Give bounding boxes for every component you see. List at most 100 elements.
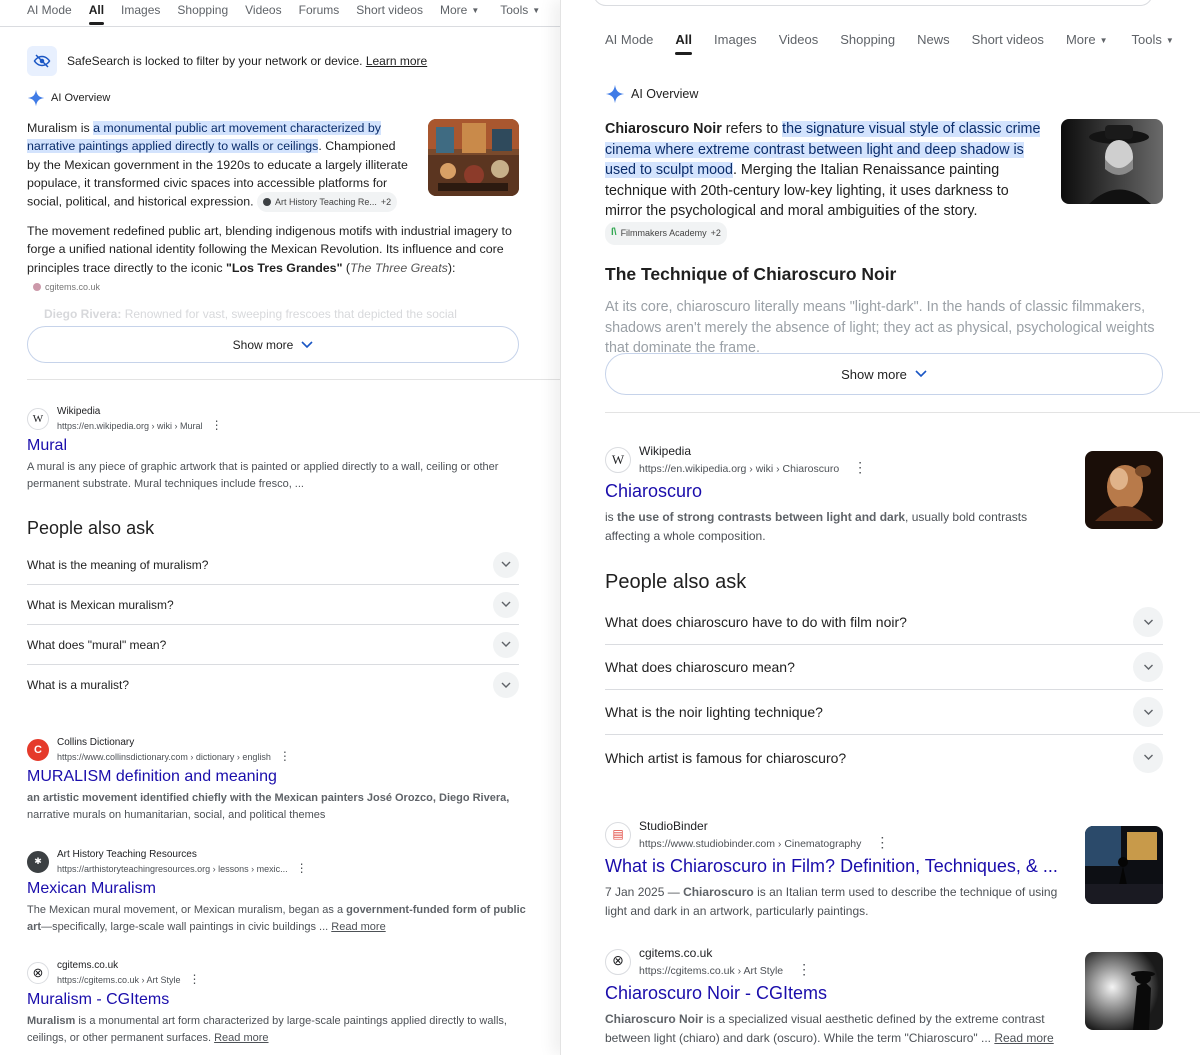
tab-ai-mode[interactable]: AI Mode [605, 32, 653, 47]
overview-faded-text: At its core, chiaroscuro literally means… [605, 299, 1155, 353]
more-options-icon[interactable]: ⋮ [853, 459, 867, 475]
source-chip[interactable]: Art History Teaching Re... +2 [257, 192, 398, 213]
chevron-down-icon [301, 340, 313, 348]
read-more-link[interactable]: Read more [214, 1032, 268, 1044]
tab-images[interactable]: Images [121, 3, 160, 17]
more-options-icon[interactable]: ⋮ [279, 749, 291, 763]
result-source: W Wikipedia https://en.wikipedia.org › w… [27, 406, 517, 431]
ai-overview-title: AI Overview [51, 92, 111, 104]
result-snippet: The Mexican mural movement, or Mexican m… [27, 902, 527, 936]
tab-more[interactable]: More ▼ [1066, 32, 1108, 47]
tab-images[interactable]: Images [714, 32, 757, 47]
chevron-down-icon [493, 672, 519, 698]
source-chip[interactable]: cgitems.co.uk [27, 276, 107, 298]
result-snippet: A mural is any piece of graphic artwork … [27, 461, 499, 490]
tab-videos[interactable]: Videos [245, 3, 281, 17]
source-chip-count: +2 [380, 197, 392, 208]
paa-question[interactable]: Which artist is famous for chiaroscuro? [605, 735, 1163, 780]
overview-text: Muralism is [27, 121, 94, 135]
paa-question-text: What does chiaroscuro mean? [605, 659, 795, 675]
more-options-icon[interactable]: ⋮ [211, 418, 223, 432]
paa-question[interactable]: What is Mexican muralism? [27, 585, 519, 625]
paa-question[interactable]: What is the noir lighting technique? [605, 690, 1163, 735]
paa-question[interactable]: What does "mural" mean? [27, 625, 519, 665]
noir-silhouette-thumbnail[interactable] [1085, 952, 1163, 1030]
tabs-divider [0, 26, 560, 27]
ai-overview-paragraph-2: The movement redefined public art, blend… [27, 222, 522, 298]
more-options-icon[interactable]: ⋮ [296, 861, 308, 875]
overview-faded-bullet: Diego Rivera: Renowned for vast, sweepin… [44, 307, 514, 321]
ai-overview-subheading: The Technique of Chiaroscuro Noir [605, 264, 897, 284]
learn-more-link[interactable]: Learn more [366, 54, 427, 68]
tab-short-videos[interactable]: Short videos [972, 32, 1044, 47]
more-options-icon[interactable]: ⋮ [797, 961, 811, 977]
chiaroscuro-painting-thumbnail[interactable] [1085, 451, 1163, 529]
tab-tools[interactable]: Tools ▼ [1131, 32, 1173, 47]
tab-more-label: More [1065, 32, 1096, 47]
tab-news[interactable]: News [917, 32, 950, 47]
read-more-link[interactable]: Read more [994, 1031, 1053, 1045]
tab-all[interactable]: All [675, 32, 692, 55]
result-snippet: Muralism is a monumental art form charac… [27, 1013, 527, 1047]
paa-question-text: What is a muralist? [27, 678, 130, 692]
noir-thumbnail[interactable] [1061, 119, 1163, 204]
gemini-spark-icon [27, 89, 45, 107]
source-url-row: https://cgitems.co.uk › Art Style ⋮ [57, 973, 201, 985]
tab-ai-mode[interactable]: AI Mode [27, 3, 72, 17]
search-result-wikipedia: W Wikipedia https://en.wikipedia.org › w… [605, 444, 1075, 546]
safesearch-notice: SafeSearch is locked to filter by your n… [27, 46, 427, 76]
show-more-button[interactable]: Show more [27, 326, 519, 363]
source-favicon-icon [263, 198, 272, 207]
chevron-down-icon [1133, 652, 1163, 682]
tab-tools[interactable]: Tools ▼ [500, 3, 540, 17]
search-tabs: AI Mode All Images Shopping Videos Forum… [27, 3, 540, 25]
source-url-row: https://www.collinsdictionary.com › dict… [57, 750, 291, 762]
tab-short-videos[interactable]: Short videos [356, 3, 423, 17]
source-info: cgitems.co.uk https://cgitems.co.uk › Ar… [57, 960, 201, 985]
search-result-studiobinder: ▤ StudioBinder https://www.studiobinder.… [605, 819, 1075, 921]
more-options-icon[interactable]: ⋮ [189, 972, 201, 986]
snippet-bold: Chiaroscuro Noir [605, 1012, 704, 1026]
show-more-button[interactable]: Show more [605, 353, 1163, 395]
tab-videos[interactable]: Videos [779, 32, 819, 47]
ai-overview-title: AI Overview [631, 87, 699, 101]
ai-overview-header: AI Overview [605, 84, 698, 104]
source-info: Wikipedia https://en.wikipedia.org › wik… [639, 444, 867, 475]
paa-question-text: What does "mural" mean? [27, 637, 167, 652]
result-source: ✱ Art History Teaching Resources https:/… [27, 849, 527, 874]
paa-question[interactable]: What is the meaning of muralism? [27, 545, 519, 585]
overview-bold: Chiaroscuro Noir [605, 121, 722, 137]
tab-shopping[interactable]: Shopping [840, 32, 895, 47]
faded-text: Renowned for vast, sweeping frescoes tha… [121, 307, 457, 321]
cgitems-logo-icon: ⊗ [605, 948, 631, 975]
result-title-link[interactable]: MURALISM definition and meaning [27, 768, 527, 786]
search-result-cgitems: ⊗ cgitems.co.uk https://cgitems.co.uk › … [605, 946, 1075, 1048]
tab-forums[interactable]: Forums [299, 3, 340, 17]
result-title-link[interactable]: What is Chiaroscuro in Film? Definition,… [605, 856, 1075, 877]
search-box[interactable] [593, 0, 1153, 6]
chevron-down-icon [493, 631, 519, 658]
result-title-link[interactable]: Mexican Muralism [27, 880, 527, 898]
paa-question[interactable]: What does chiaroscuro have to do with fi… [605, 600, 1163, 645]
result-title-link[interactable]: Muralism - CGItems [27, 991, 527, 1009]
result-title-link[interactable]: Chiaroscuro Noir - CGItems [605, 983, 1075, 1004]
source-chip-label: Art History Teaching Re... [275, 197, 377, 208]
tab-more[interactable]: More ▼ [440, 3, 479, 17]
paa-question[interactable]: What is a muralist? [27, 665, 519, 705]
paa-question[interactable]: What does chiaroscuro mean? [605, 645, 1163, 690]
source-chip[interactable]: ſ\ Filmmakers Academy +2 [605, 221, 727, 245]
gemini-spark-icon [605, 84, 625, 104]
more-options-icon[interactable]: ⋮ [875, 834, 889, 850]
source-info: Art History Teaching Resources https://a… [57, 849, 308, 874]
result-date: 7 Jan 2025 — [605, 885, 684, 899]
film-still-thumbnail[interactable] [1085, 826, 1163, 904]
tab-shopping[interactable]: Shopping [177, 3, 228, 17]
search-result-cgitems: ⊗ cgitems.co.uk https://cgitems.co.uk › … [27, 960, 527, 1047]
result-title-link[interactable]: Chiaroscuro [605, 481, 1075, 502]
tab-all[interactable]: All [88, 3, 105, 25]
paa-question-text: What is Mexican muralism? [27, 597, 174, 612]
result-title-link[interactable]: Mural [27, 437, 517, 455]
mural-thumbnail[interactable] [428, 119, 519, 196]
read-more-link[interactable]: Read more [331, 921, 385, 933]
source-info: Collins Dictionary https://www.collinsdi… [57, 737, 291, 762]
